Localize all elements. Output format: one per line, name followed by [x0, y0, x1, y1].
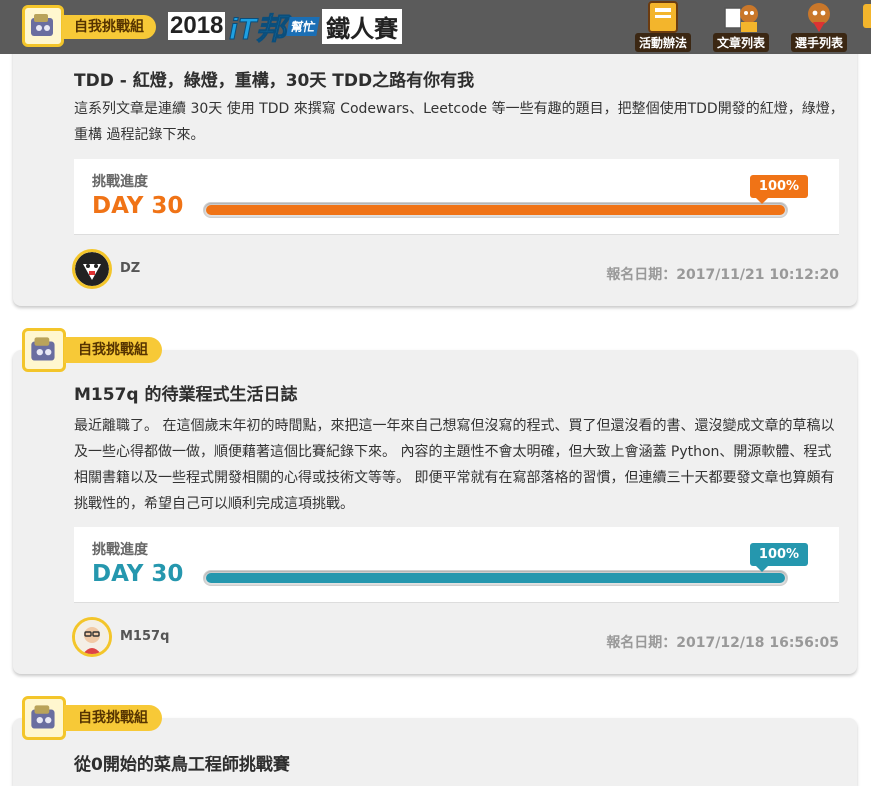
- challenge-title[interactable]: M157q 的待業程式生活日誌: [74, 380, 298, 405]
- progress-fill: [206, 573, 785, 583]
- author-name[interactable]: M157q: [120, 629, 169, 644]
- author-name[interactable]: DZ: [120, 261, 140, 276]
- group-badge-label: 自我挑戰組: [62, 15, 156, 39]
- progress-label: 挑戰進度: [92, 174, 148, 190]
- avatar: [72, 617, 112, 657]
- group-badge: 自我挑戰組: [22, 328, 172, 372]
- day-counter: DAY 30: [92, 193, 184, 219]
- day-counter: DAY 30: [92, 561, 184, 587]
- group-badge-icon: [22, 5, 64, 47]
- dog-player-icon: [808, 3, 830, 32]
- top-bar: 自我挑戰組 2018 iT邦 幫忙 鐵人賽 活動辦法 文章列表 選手列表: [0, 0, 871, 54]
- group-badge-label: 自我挑戰組: [64, 337, 162, 363]
- progress-track: [203, 202, 788, 218]
- group-badge-label: 自我挑戰組: [64, 705, 162, 731]
- group-badge-icon: [22, 328, 66, 372]
- nav-articles[interactable]: 文章列表: [708, 0, 774, 54]
- nav-players[interactable]: 選手列表: [786, 0, 852, 54]
- challenge-card: M157q 的待業程式生活日誌 最近離職了。 在這個歲末年初的時間點，來把這一年…: [13, 350, 857, 674]
- group-badge-icon: [22, 696, 66, 740]
- registration-date: 報名日期：2017/12/18 16:56:05: [606, 635, 839, 651]
- nav-more-partial[interactable]: [858, 0, 871, 54]
- avatar: [72, 249, 112, 289]
- ithelp-ironman-logo[interactable]: 2018 iT邦 幫忙 鐵人賽: [168, 6, 403, 47]
- registration-date: 報名日期：2017/11/21 10:12:20: [606, 267, 839, 283]
- progress-box: 挑戰進度 DAY 30 100%: [74, 527, 839, 603]
- progress-fill: [206, 205, 785, 215]
- challenge-title[interactable]: TDD - 紅燈，綠燈，重構，30天 TDD之路有你有我: [74, 66, 474, 91]
- challenge-description: 最近離職了。 在這個歲末年初的時間點，來把這一年來自己想寫但沒寫的程式、買了但還…: [74, 418, 835, 512]
- notebook-icon: [648, 1, 678, 33]
- progress-percent-tooltip: 100%: [750, 543, 808, 572]
- progress-percent-tooltip: 100%: [750, 175, 808, 204]
- progress-box: 挑戰進度 DAY 30 100%: [74, 159, 839, 235]
- progress-track: [203, 570, 788, 586]
- nav-rules[interactable]: 活動辦法: [630, 0, 696, 54]
- dog-reading-icon: [724, 5, 758, 32]
- partial-nav-icon: [863, 4, 871, 28]
- challenge-description: 這系列文章是連續 30天 使用 TDD 來撰寫 Codewars、Leetcod…: [74, 101, 844, 143]
- progress-label: 挑戰進度: [92, 542, 148, 558]
- challenge-card: TDD - 紅燈，綠燈，重構，30天 TDD之路有你有我 這系列文章是連續 30…: [13, 30, 857, 306]
- group-badge: 自我挑戰組: [22, 696, 172, 740]
- challenge-title[interactable]: 從0開始的菜鳥工程師挑戰賽: [74, 750, 290, 775]
